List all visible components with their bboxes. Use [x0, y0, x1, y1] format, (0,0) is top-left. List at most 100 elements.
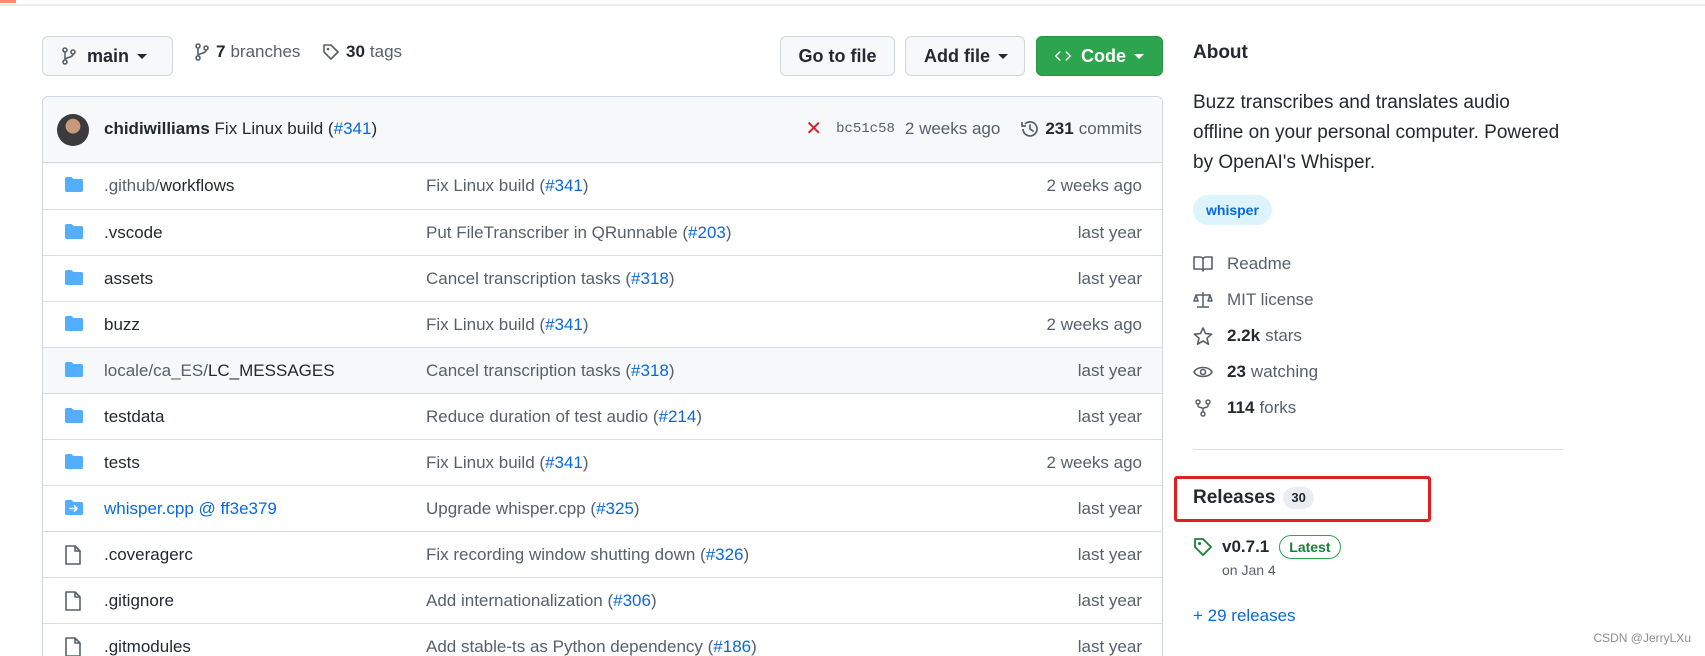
go-to-file-label: Go to file — [798, 45, 877, 66]
more-releases-link[interactable]: + 29 releases — [1193, 606, 1296, 626]
commit-message: chidiwilliams Fix Linux build (#341) — [104, 119, 377, 139]
book-icon — [1193, 256, 1213, 272]
file-commit-date: last year — [1077, 637, 1142, 656]
topic-tag[interactable]: whisper — [1193, 195, 1272, 225]
file-row[interactable]: testdata Reduce duration of test audio (#… — [43, 393, 1162, 439]
tags-count: 30 — [346, 42, 365, 61]
file-commit-message[interactable]: Add internationalization (#306) — [426, 591, 657, 611]
file-commit-message[interactable]: Reduce duration of test audio (#214) — [426, 407, 702, 427]
file-commit-text: Put FileTranscriber in QRunnable ( — [426, 223, 689, 242]
folder-icon — [64, 361, 84, 383]
file-row[interactable]: locale/ca_ES/LC_MESSAGES Cancel transcrip… — [43, 347, 1162, 393]
file-row[interactable]: .github/workflows Fix Linux build (#341) 2… — [43, 163, 1162, 209]
file-name-link[interactable]: tests — [104, 453, 140, 473]
tag-icon — [1194, 538, 1212, 556]
stars-link[interactable]: 2.2k stars — [1193, 326, 1302, 346]
commits-label: commits — [1078, 119, 1142, 138]
file-commit-pr-link[interactable]: #318 — [631, 269, 669, 288]
file-commit-date: 2 weeks ago — [1046, 315, 1142, 334]
file-commit-date: 2 weeks ago — [1046, 176, 1142, 195]
file-name-link[interactable]: locale/ca_ES/LC_MESSAGES — [104, 361, 335, 381]
file-name-link[interactable]: .gitignore — [104, 591, 174, 611]
x-icon[interactable]: ✕ — [805, 119, 822, 139]
file-name-link[interactable]: .github/workflows — [104, 176, 234, 196]
file-commit-message[interactable]: Cancel transcription tasks (#318) — [426, 269, 675, 289]
latest-release[interactable]: v0.7.1 Latest — [1222, 535, 1341, 559]
commits-link[interactable]: 231 commits — [1020, 119, 1142, 139]
add-file-label: Add file — [924, 45, 990, 66]
file-commit-pr-link[interactable]: #186 — [713, 637, 751, 656]
avatar[interactable] — [57, 114, 89, 146]
commit-meta: ✕ bc51c58 2 weeks ago 231 commits — [805, 119, 1142, 139]
file-row[interactable]: assets Cancel transcription tasks (#318) l… — [43, 255, 1162, 301]
readme-link[interactable]: Readme — [1193, 254, 1291, 274]
file-commit-message[interactable]: Add stable-ts as Python dependency (#186… — [426, 637, 757, 656]
file-name-link[interactable]: .vscode — [104, 223, 163, 243]
file-commit-pr-link[interactable]: #341 — [545, 176, 583, 195]
file-commit-message[interactable]: Fix Linux build (#341) — [426, 453, 589, 473]
file-name-link[interactable]: assets — [104, 269, 153, 289]
add-file-button[interactable]: Add file — [905, 36, 1025, 76]
file-row[interactable]: .coveragerc Fix recording window shutting… — [43, 531, 1162, 577]
file-commit-message[interactable]: Fix recording window shutting down (#326… — [426, 545, 749, 565]
file-row[interactable]: .gitignore Add internationalization (#306… — [43, 577, 1162, 623]
watching-link[interactable]: 23 watching — [1193, 362, 1318, 382]
file-icon — [64, 591, 82, 616]
repo-description: Buzz transcribes and translates audio of… — [1193, 92, 1560, 173]
file-commit-message[interactable]: Fix Linux build (#341) — [426, 315, 589, 335]
tag-icon — [323, 44, 339, 60]
code-button[interactable]: Code — [1036, 36, 1163, 76]
file-browser: chidiwilliams Fix Linux build (#341) ✕ b… — [42, 96, 1163, 656]
file-commit-pr-link[interactable]: #341 — [545, 453, 583, 472]
go-to-file-button[interactable]: Go to file — [780, 36, 895, 76]
commit-sha[interactable]: bc51c58 — [836, 121, 895, 137]
file-name-link[interactable]: testdata — [104, 407, 165, 427]
watching-label: watching — [1250, 362, 1319, 381]
file-commit-date: last year — [1077, 545, 1142, 564]
file-name-link[interactable]: buzz — [104, 315, 140, 335]
file-row[interactable]: .gitmodules Add stable-ts as Python depen… — [43, 623, 1162, 656]
commit-time: 2 weeks ago — [904, 119, 1001, 138]
file-row[interactable]: buzz Fix Linux build (#341) 2 weeks ago — [43, 301, 1162, 347]
tags-label: tags — [369, 42, 403, 61]
commit-text[interactable]: Fix Linux build ( — [215, 119, 334, 138]
releases-count: 30 — [1283, 487, 1314, 509]
file-commit-message[interactable]: Fix Linux build (#341) — [426, 176, 589, 196]
license-link[interactable]: MIT license — [1193, 290, 1314, 310]
release-version[interactable]: v0.7.1 — [1222, 537, 1269, 557]
file-commit-pr-link[interactable]: #214 — [658, 407, 696, 426]
file-commit-pr-link[interactable]: #326 — [706, 545, 744, 564]
file-commit-text: Add internationalization ( — [426, 591, 614, 610]
file-commit-pr-link[interactable]: #318 — [631, 361, 669, 380]
chevron-down-icon — [998, 53, 1008, 59]
file-commit-pr-link[interactable]: #325 — [596, 499, 634, 518]
file-name-link[interactable]: .gitmodules — [104, 637, 191, 656]
tab-underline — [0, 0, 16, 3]
commit-author[interactable]: chidiwilliams — [104, 119, 210, 138]
file-commit-date: last year — [1077, 223, 1142, 242]
file-commit-text: Add stable-ts as Python dependency ( — [426, 637, 714, 656]
file-name-link[interactable]: .coveragerc — [104, 545, 193, 565]
file-commit-message[interactable]: Cancel transcription tasks (#318) — [426, 361, 675, 381]
file-commit-date: last year — [1077, 499, 1142, 518]
file-commit-pr-link[interactable]: #341 — [545, 315, 583, 334]
commit-pr-link[interactable]: #341 — [334, 119, 372, 138]
file-commit-message[interactable]: Upgrade whisper.cpp (#325) — [426, 499, 640, 519]
branches-label: branches — [230, 42, 301, 61]
forks-link[interactable]: 114 forks — [1193, 398, 1296, 418]
file-row[interactable]: tests Fix Linux build (#341) 2 weeks ago — [43, 439, 1162, 485]
tags-link[interactable]: 30 tags — [322, 42, 402, 62]
branches-link[interactable]: 7 branches — [194, 42, 300, 62]
releases-heading[interactable]: Releases 30 — [1193, 487, 1314, 509]
file-commit-pr-link[interactable]: #306 — [613, 591, 651, 610]
release-date: on Jan 4 — [1222, 562, 1276, 578]
about-heading: About — [1193, 42, 1248, 63]
forks-label: forks — [1259, 398, 1297, 417]
file-row[interactable]: whisper.cpp @ ff3e379 Upgrade whisper.cpp… — [43, 485, 1162, 531]
file-commit-pr-link[interactable]: #203 — [688, 223, 726, 242]
file-row[interactable]: .vscode Put FileTranscriber in QRunnable … — [43, 209, 1162, 255]
file-commit-date: 2 weeks ago — [1046, 453, 1142, 472]
file-name-link[interactable]: whisper.cpp @ ff3e379 — [104, 499, 277, 519]
file-commit-message[interactable]: Put FileTranscriber in QRunnable (#203) — [426, 223, 732, 243]
branch-select-button[interactable]: main — [42, 36, 173, 76]
